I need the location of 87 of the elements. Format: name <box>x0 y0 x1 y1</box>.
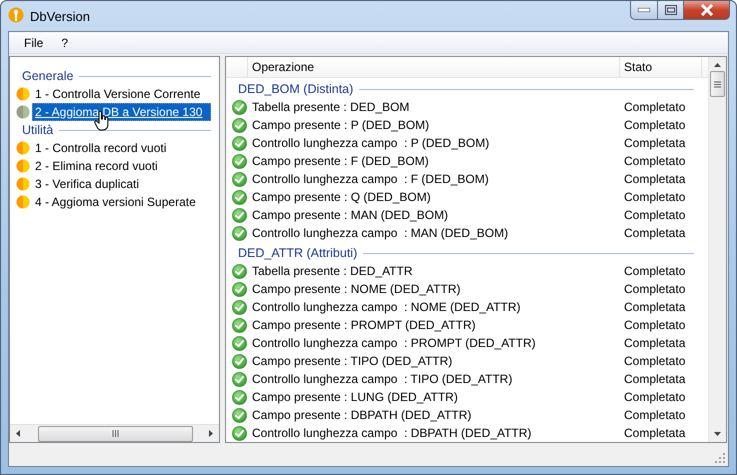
status-cell-text: Completato <box>623 154 686 168</box>
menu-item[interactable]: File <box>15 36 52 50</box>
group-header: Generale <box>22 69 74 83</box>
operation-cell-text: Controllo lunghezza campo : NOME (DED_ATTR) <box>251 300 522 314</box>
close-button[interactable] <box>684 1 730 20</box>
operation-cell-text: Controllo lunghezza campo : MAN (DED_BOM) <box>251 226 510 240</box>
status-cell-text: Completata <box>623 226 686 240</box>
sidebar-item[interactable]: 1 - Controlla Versione Corrente <box>32 85 204 103</box>
status-cell-text: Completato <box>623 354 686 368</box>
status-cell-text: Completata <box>623 136 686 150</box>
sidebar-item[interactable]: 2 - Aggioma DB a Versione 130 <box>32 103 211 121</box>
operation-cell-text: Campo presente : LUNG (DED_ATTR) <box>251 390 459 404</box>
status-cell-text: Completato <box>623 190 686 204</box>
scroll-down-icon[interactable] <box>714 432 721 436</box>
operation-cell-text: Controllo lunghezza campo : P (DED_BOM) <box>251 136 490 150</box>
check-icon <box>232 354 246 368</box>
sidebar-item[interactable]: 3 - Verifica duplicati <box>32 175 142 193</box>
check-icon <box>232 190 246 204</box>
minimize-icon <box>638 8 650 12</box>
operation-cell-text: Campo presente : F (DED_BOM) <box>251 154 430 168</box>
menu-item[interactable]: ? <box>52 36 78 50</box>
status-icon <box>16 105 30 119</box>
operation-cell-text: Campo presente : NOME (DED_ATTR) <box>251 282 462 296</box>
check-icon <box>232 390 246 404</box>
operation-cell-text: Campo presente : P (DED_BOM) <box>251 118 430 132</box>
check-icon <box>232 154 246 168</box>
check-icon <box>232 118 246 132</box>
status-icon <box>16 141 30 155</box>
check-icon <box>232 372 246 386</box>
maximize-button[interactable] <box>658 1 684 20</box>
check-icon <box>232 282 246 296</box>
operation-cell-text: Campo presente : DBPATH (DED_ATTR) <box>251 408 472 422</box>
sidebar-item[interactable]: 2 - Elimina record vuoti <box>32 157 161 175</box>
key-icon <box>8 7 24 25</box>
check-icon <box>232 172 246 186</box>
status-cell-text: Completata <box>623 372 686 386</box>
status-cell-text: Completata <box>623 172 686 186</box>
sidebar-item[interactable]: 1 - Controlla record vuoti <box>32 139 170 157</box>
operation-cell-text: Controllo lunghezza campo : TIPO (DED_ATTR) <box>251 372 514 386</box>
column-header[interactable]: Stato <box>620 57 702 77</box>
operation-cell-text: Controllo lunghezza campo : PROMPT (DED_ATTR) <box>251 336 537 350</box>
window-title: DbVersion <box>30 8 90 24</box>
check-icon <box>232 136 246 150</box>
check-icon <box>232 300 246 314</box>
operation-cell-text: Campo presente : MAN (DED_BOM) <box>251 208 450 222</box>
check-icon <box>232 318 246 332</box>
status-icon <box>16 177 30 191</box>
scrollbar-thumb[interactable] <box>38 426 193 442</box>
status-cell-text: Completato <box>623 408 686 422</box>
minimize-button[interactable] <box>630 1 658 20</box>
maximize-icon <box>664 5 676 15</box>
scroll-up-icon[interactable] <box>714 63 721 67</box>
sidebar-item[interactable]: 4 - Aggioma versioni Superate <box>32 193 199 211</box>
status-cell-text: Completato <box>623 100 686 114</box>
operation-cell-text: Campo presente : PROMPT (DED_ATTR) <box>251 318 477 332</box>
check-icon <box>232 408 246 422</box>
operation-cell-text: Controllo lunghezza campo : F (DED_BOM) <box>251 172 490 186</box>
status-cell-text: Completata <box>623 426 686 440</box>
check-icon <box>232 100 246 114</box>
group-header: Utilità <box>22 123 54 137</box>
status-cell-text: Completato <box>623 264 686 278</box>
status-icon <box>16 87 30 101</box>
group-header: DED_BOM (Distinta) <box>238 82 354 96</box>
status-cell-text: Completata <box>623 336 686 350</box>
operation-cell-text: Campo presente : Q (DED_BOM) <box>251 190 432 204</box>
column-header[interactable]: Operazione <box>248 57 620 77</box>
status-icon <box>16 195 30 209</box>
operation-cell-text: Controllo lunghezza campo : DBPATH (DED_ATTR) <box>251 426 532 440</box>
operation-cell-text: Tabella presente : DED_ATTR <box>251 264 414 278</box>
check-icon <box>232 226 246 240</box>
status-cell-text: Completato <box>623 390 686 404</box>
operation-cell-text: Tabella presente : DED_BOM <box>251 100 410 114</box>
check-icon <box>232 426 246 440</box>
status-cell-text: Completato <box>623 282 686 296</box>
check-icon <box>232 336 246 350</box>
status-cell-text: Completato <box>623 208 686 222</box>
operation-cell-text: Campo presente : TIPO (DED_ATTR) <box>251 354 454 368</box>
status-cell-text: Completato <box>623 318 686 332</box>
scrollbar-thumb[interactable] <box>710 71 725 97</box>
group-header: DED_ATTR (Attributi) <box>238 246 358 260</box>
close-icon <box>700 4 714 16</box>
status-cell-text: Completata <box>623 300 686 314</box>
check-icon <box>232 264 246 278</box>
resize-grip-icon[interactable] <box>715 453 726 464</box>
status-icon <box>16 159 30 173</box>
status-cell-text: Completato <box>623 118 686 132</box>
check-icon <box>232 208 246 222</box>
